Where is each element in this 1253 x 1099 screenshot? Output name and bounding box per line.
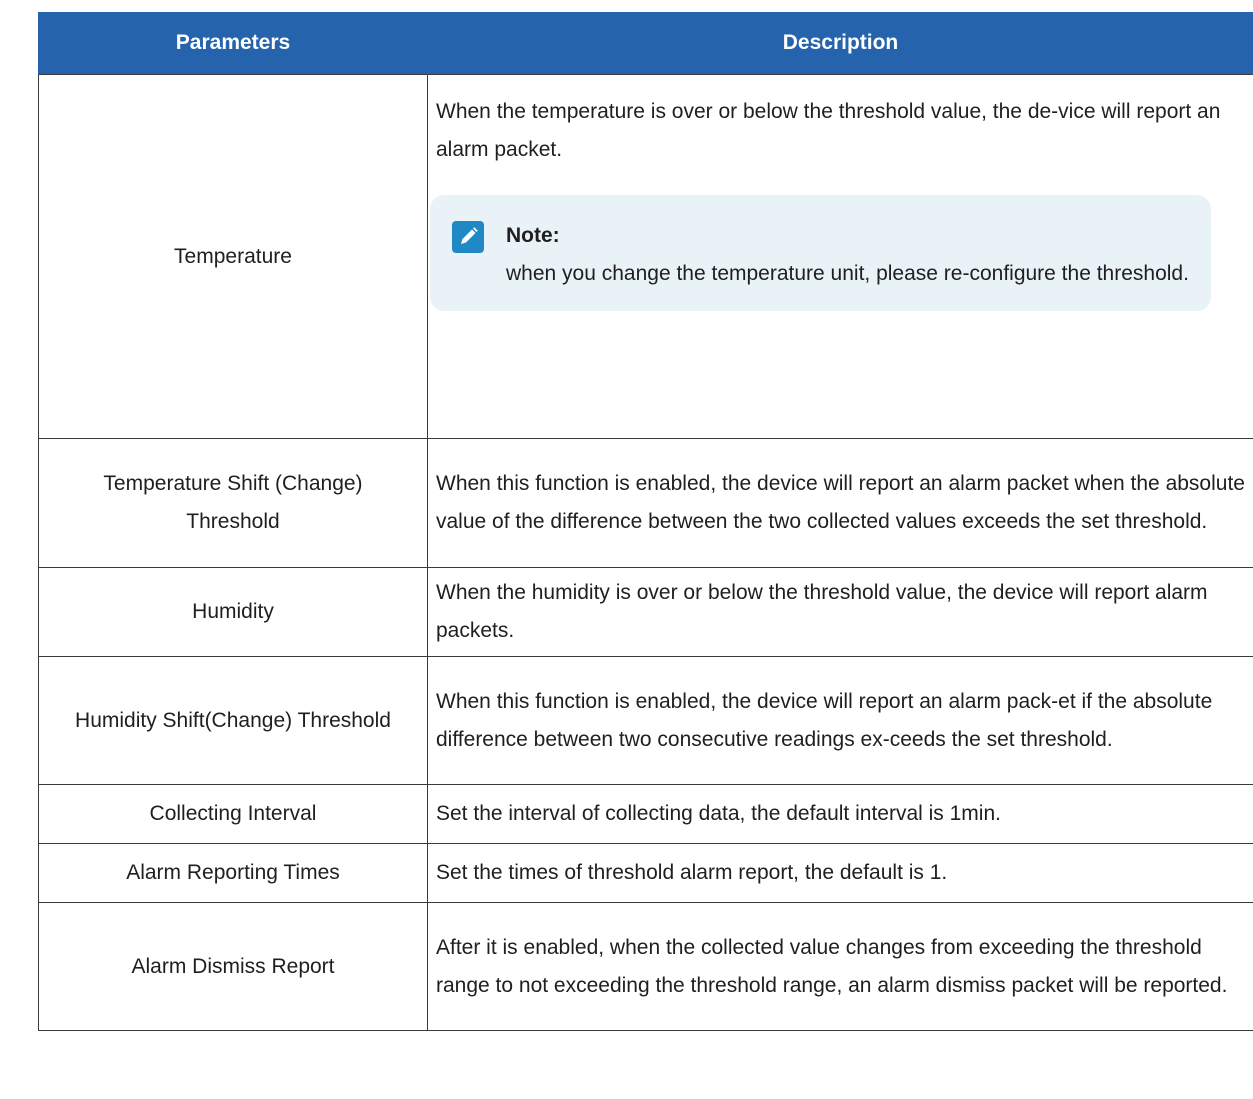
parameter-description: When the temperature is over or below th… [436,100,1221,161]
note-title: Note: [506,224,560,247]
parameter-description: Set the interval of collecting data, the… [427,784,1253,844]
parameter-description: When the humidity is over or below the t… [427,567,1253,657]
parameter-description-cell: When the temperature is over or below th… [427,74,1253,439]
note-text: when you change the temperature unit, pl… [506,262,1189,285]
parameter-name: Temperature Shift (Change) Threshold [38,438,428,568]
parameter-name: Alarm Dismiss Report [38,902,428,1031]
parameter-name: Alarm Reporting Times [38,843,428,903]
column-header-parameters: Parameters [38,12,428,75]
table-row: Humidity When the humidity is over or be… [38,567,1253,657]
table-row: Humidity Shift(Change) Threshold When th… [38,656,1253,785]
table-header-row: Parameters Description [38,12,1253,75]
note-box: Note: when you change the temperature un… [430,195,1211,311]
parameter-description: When this function is enabled, the devic… [427,438,1253,568]
column-header-description: Description [427,12,1253,75]
table-row: Alarm Dismiss Report After it is enabled… [38,902,1253,1031]
note-body: Note: when you change the temperature un… [506,217,1189,293]
parameter-description: When this function is enabled, the devic… [427,656,1253,785]
table-row: Temperature When the temperature is over… [38,74,1253,439]
note-pencil-icon [452,221,484,253]
parameter-name: Humidity Shift(Change) Threshold [38,656,428,785]
parameter-name: Temperature [38,74,428,439]
table-row: Alarm Reporting Times Set the times of t… [38,843,1253,903]
parameter-description: After it is enabled, when the collected … [427,902,1253,1031]
parameters-table: Parameters Description Temperature When … [38,12,1253,1031]
table-row: Temperature Shift (Change) Threshold Whe… [38,438,1253,568]
table-row: Collecting Interval Set the interval of … [38,784,1253,844]
parameter-name: Humidity [38,567,428,657]
parameter-name: Collecting Interval [38,784,428,844]
parameter-description: Set the times of threshold alarm report,… [427,843,1253,903]
